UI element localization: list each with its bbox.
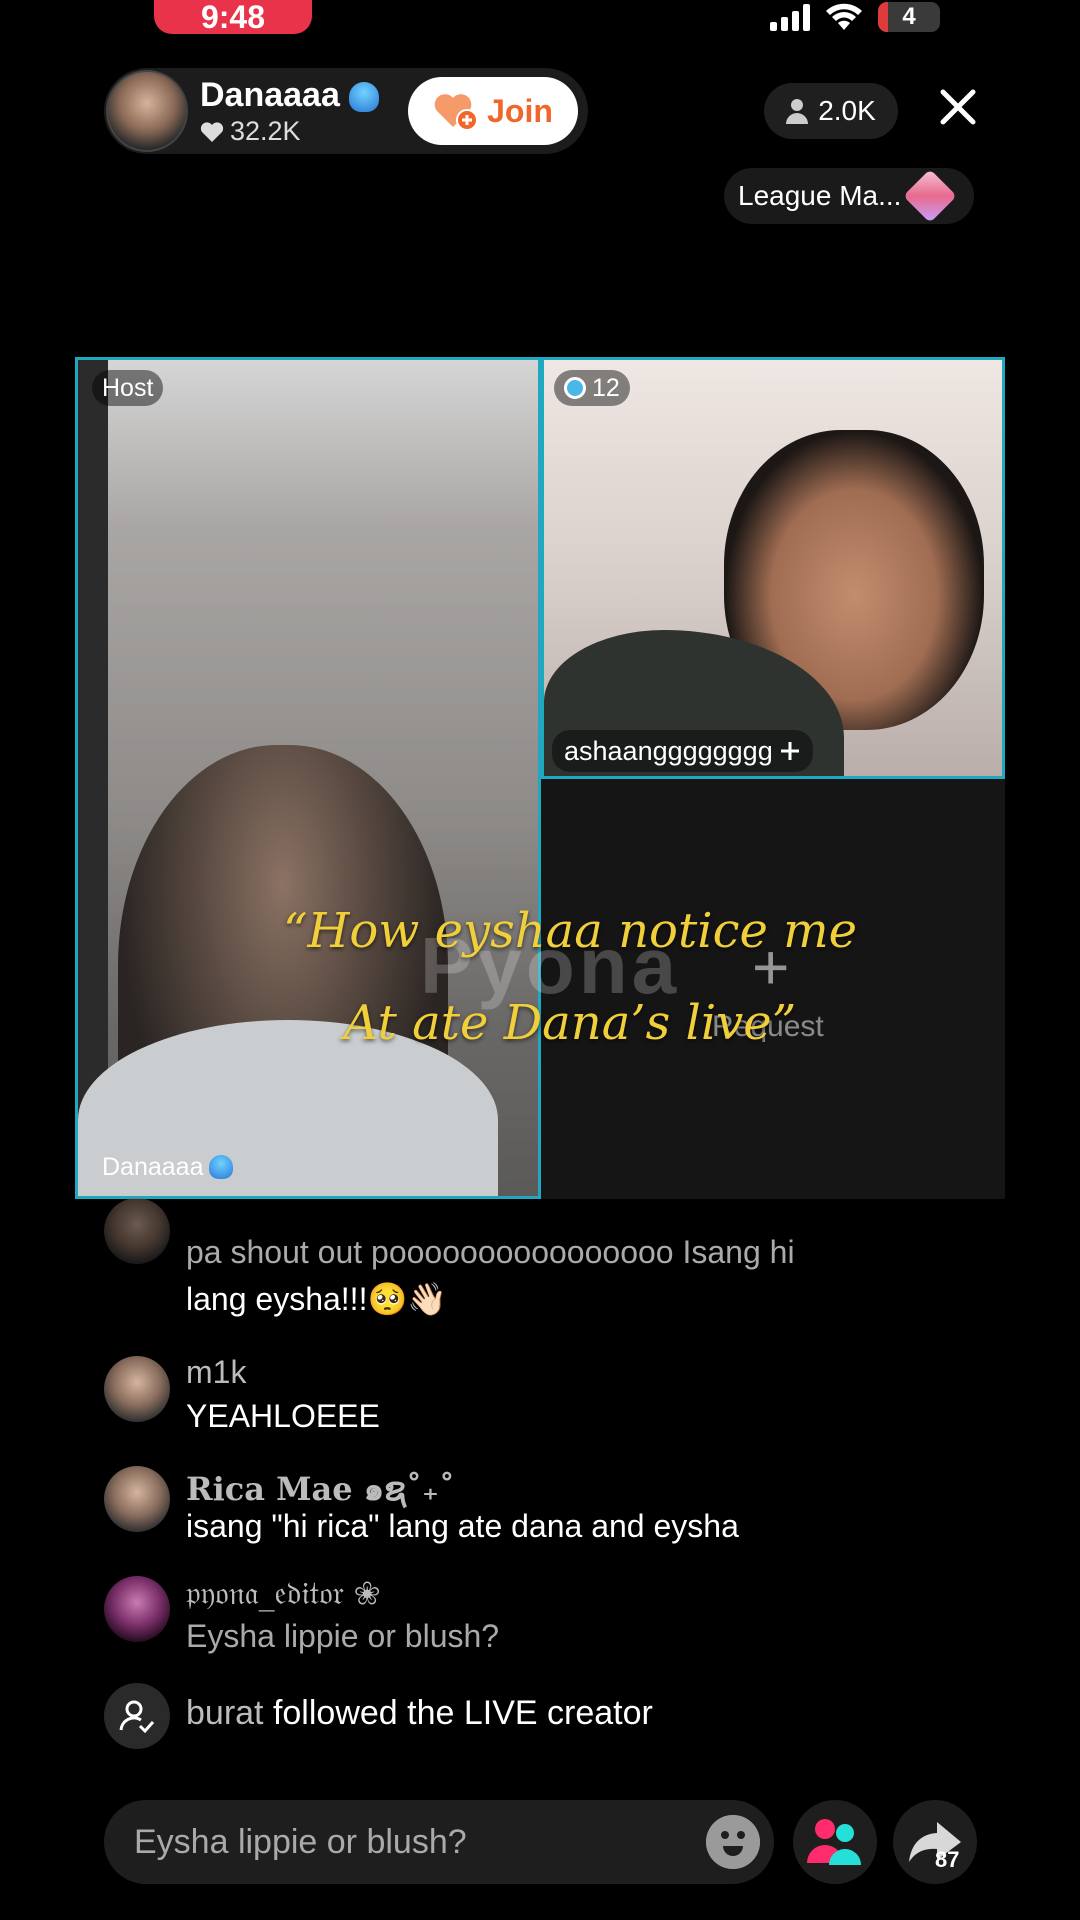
host-name-row: Danaaaa	[200, 76, 380, 115]
comment-text: Eysha lippie or blush?	[186, 1618, 500, 1654]
follow-plus-icon	[780, 742, 799, 760]
guest-video-panel[interactable]: 12 ashaangggggggg	[541, 357, 1005, 779]
overlay-quote: “How eyshaa notice me At ate Dana’s live…	[240, 885, 900, 1069]
guest-badge: 12	[554, 370, 630, 406]
host-info-pill[interactable]: Danaaaa 32.2K Join	[104, 68, 588, 154]
follow-event-avatar	[104, 1683, 170, 1749]
people-icon	[807, 1819, 861, 1865]
comment-username[interactable]: 𝔭𝔶𝔬𝔫𝔞_𝔢𝔡𝔦𝔱𝔬𝔯 ❀	[186, 1574, 380, 1613]
follow-event: burat followed the LIVE creator	[186, 1694, 653, 1733]
status-time: 9:48	[154, 0, 312, 35]
jellyfish-icon	[349, 82, 380, 113]
comment-item[interactable]: m1k YEAHLOEEE	[104, 1354, 984, 1454]
comment-avatar[interactable]	[104, 1356, 170, 1422]
heart-icon	[200, 121, 224, 142]
signal-icon	[770, 3, 810, 31]
host-name: Danaaaa	[200, 76, 340, 114]
close-icon	[940, 89, 976, 125]
host-likes-row: 32.2K	[200, 116, 301, 147]
comment-avatar[interactable]	[104, 1576, 170, 1642]
jellyfish-icon	[209, 1155, 234, 1179]
overlay-quote-line2: At ate Dana’s live”	[343, 995, 797, 1051]
viewer-count: 2.0K	[818, 95, 876, 126]
comment-text: isang "hi rica" lang ate dana and eysha	[186, 1508, 739, 1544]
share-count: 87	[935, 1847, 960, 1872]
overlay-quote-line1: “How eyshaa notice me	[282, 903, 858, 959]
join-button[interactable]: Join	[408, 77, 578, 145]
host-likes: 32.2K	[230, 116, 301, 146]
emoji-icon	[706, 1815, 760, 1869]
host-tag: Host	[92, 370, 164, 406]
comment-item[interactable]: Rica Mae ๑ຊ˚₊˚ isang "hi rica" lang ate …	[104, 1464, 984, 1564]
host-video-panel[interactable]: Host Danaaaa	[75, 357, 541, 1199]
emoji-button[interactable]	[706, 1815, 760, 1869]
comment-input-value: Eysha lippie or blush?	[134, 1822, 467, 1861]
person-check-icon	[119, 1700, 155, 1734]
follow-event-user[interactable]: burat	[186, 1694, 264, 1732]
comment-input[interactable]: Eysha lippie or blush?	[104, 1800, 774, 1884]
guest-name-tag[interactable]: ashaangggggggg	[552, 730, 813, 772]
battery-level: 4	[902, 3, 916, 30]
league-button[interactable]: League Ma...	[724, 168, 974, 224]
comment-username[interactable]: m1k	[186, 1354, 246, 1391]
host-name-label: Danaaaa	[102, 1152, 204, 1181]
host-tag-label: Host	[102, 373, 154, 402]
host-avatar[interactable]	[106, 70, 188, 152]
guest-badge-count: 12	[592, 373, 620, 402]
follow-event-text: followed the LIVE creator	[272, 1694, 653, 1732]
comment-text: pa shout out poooooooooooooooo Isang hi	[186, 1234, 795, 1270]
host-name-tag: Danaaaa	[92, 1149, 243, 1185]
league-label: League Ma...	[738, 180, 902, 211]
close-button[interactable]	[934, 84, 982, 136]
badge-icon	[564, 377, 586, 399]
comment-text-cont: lang eysha!!!🥺👋🏻	[186, 1281, 448, 1317]
join-label: Join	[487, 92, 553, 129]
comment-avatar[interactable]	[104, 1198, 170, 1264]
comment-item[interactable]: pa shout out poooooooooooooooo Isang hi …	[104, 1198, 984, 1334]
comment-avatar[interactable]	[104, 1466, 170, 1532]
heart-plus-icon	[434, 94, 479, 131]
wifi-icon	[826, 3, 862, 30]
viewer-count-button[interactable]: 2.0K	[764, 83, 898, 139]
comment-item[interactable]: 𝔭𝔶𝔬𝔫𝔞_𝔢𝔡𝔦𝔱𝔬𝔯 ❀ Eysha lippie or blush?	[104, 1574, 984, 1674]
multi-guest-grid: Host Danaaaa 12 ashaangggggggg	[75, 357, 1005, 1199]
status-icons: 4	[770, 2, 940, 32]
multi-guest-button[interactable]	[793, 1800, 877, 1884]
gem-icon	[903, 169, 958, 223]
guest-name-label: ashaangggggggg	[564, 735, 773, 766]
battery-icon: 4	[878, 2, 940, 32]
comment-text: YEAHLOEEE	[186, 1398, 380, 1434]
person-icon	[786, 99, 809, 124]
